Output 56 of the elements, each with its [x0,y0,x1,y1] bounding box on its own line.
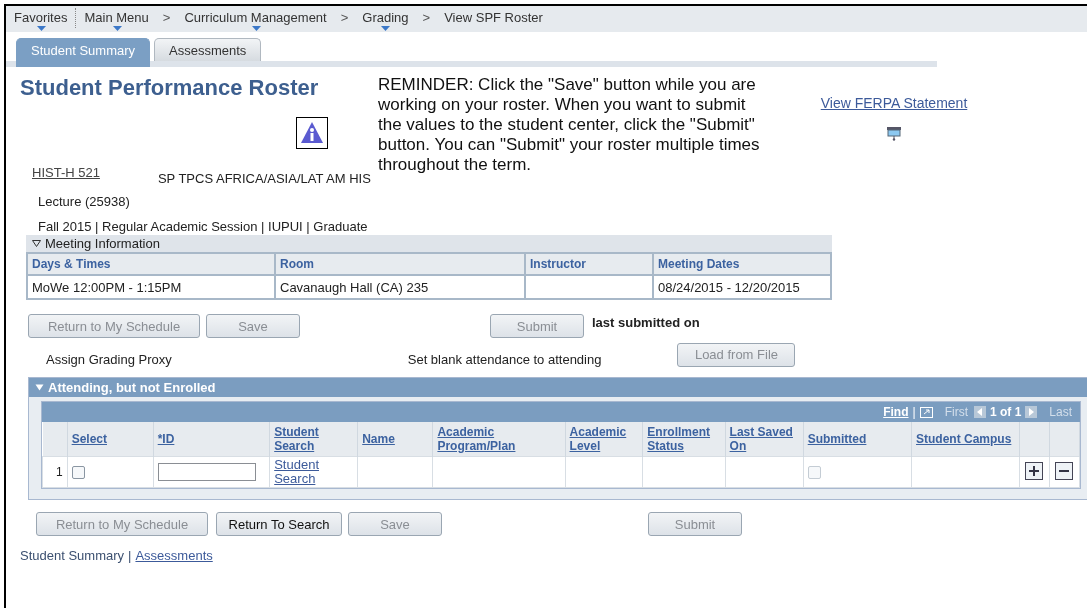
next-icon[interactable] [1025,406,1038,418]
dropdown-icon[interactable] [381,26,391,31]
delete-row-icon[interactable] [1055,461,1074,480]
collapse-icon[interactable] [32,240,41,247]
section-title: Meeting Information [45,236,160,251]
column-header-link[interactable]: Name [362,432,395,446]
column-header-link[interactable]: *ID [157,432,175,446]
breadcrumb-item[interactable]: Favorites [14,10,68,31]
dropdown-icon[interactable] [36,26,46,31]
first-label: First [944,405,968,419]
column-header: Instructor [525,253,653,275]
page-link[interactable]: Assessments [135,548,213,563]
link-separator: | [128,548,132,563]
column-header: Days & Times [27,253,275,275]
select-checkbox[interactable] [71,466,85,480]
breadcrumb-separator: > [340,10,349,25]
attendance-link[interactable]: Set blank attendance to attending [407,352,602,367]
table-cell: Cavanaugh Hall (CA) 235 [275,275,525,299]
breadcrumb-separator: > [162,10,171,25]
breadcrumb-separator: > [422,10,431,25]
last-submitted-label: last submitted on [592,314,700,330]
table-cell: 08/24/2015 - 12/20/2015 [653,275,831,299]
add-row-icon[interactable] [1025,461,1044,480]
info-icon [296,117,328,149]
page-count: 1 of 1 [989,405,1022,419]
breadcrumb-item[interactable]: View SPF Roster [444,10,543,31]
page-title: Student Performance Roster [20,75,320,101]
column-header: Meeting Dates [653,253,831,275]
column-header-link[interactable]: Select [71,432,107,446]
breadcrumb-item[interactable]: Grading [362,10,409,31]
previous-icon[interactable] [973,406,986,418]
ferpa-link[interactable]: View FERPA Statement [820,95,968,111]
row-number: 1 [55,465,63,479]
action-button[interactable]: Return To Search [216,512,342,536]
tab[interactable]: Student Summary [16,38,151,67]
tab[interactable]: Assessments [154,38,262,61]
dropdown-icon[interactable] [251,26,261,31]
id-input-field[interactable] [157,463,256,481]
grading-proxy-link[interactable]: Assign Grading Proxy [46,352,172,367]
course-code-link[interactable]: HIST-H 521 [32,165,100,180]
expand-grid-icon[interactable] [919,406,933,418]
last-label: Last [1049,405,1072,419]
page-link[interactable]: Student Summary [20,548,125,563]
breadcrumb-item[interactable]: Curriculum Management [184,10,327,31]
column-header: Room [275,253,525,275]
projector-screen-icon[interactable] [887,127,901,141]
course-description: SP TPCS AFRICA/ASIA/LAT AM HIS [157,171,371,186]
reminder-text: REMINDER: Click the "Save" button while you are working on your roster. When you want to submit the values to the student center, click the "Submit" button. You can "Submit" your roster multiple times throughout the term. [378,75,761,175]
term-info: Fall 2015 | Regular Academic Session | IUPUI | Graduate [38,219,369,234]
nav-separator: | [912,405,916,419]
breadcrumb-item[interactable]: Main Menu [84,10,149,31]
dropdown-icon[interactable] [112,26,122,31]
table-cell: MoWe 12:00PM - 1:15PM [27,275,275,299]
find-link[interactable]: Find [883,405,909,419]
section-title: Attending, but not Enrolled [48,380,216,395]
class-component: Lecture (25938) [38,194,131,209]
